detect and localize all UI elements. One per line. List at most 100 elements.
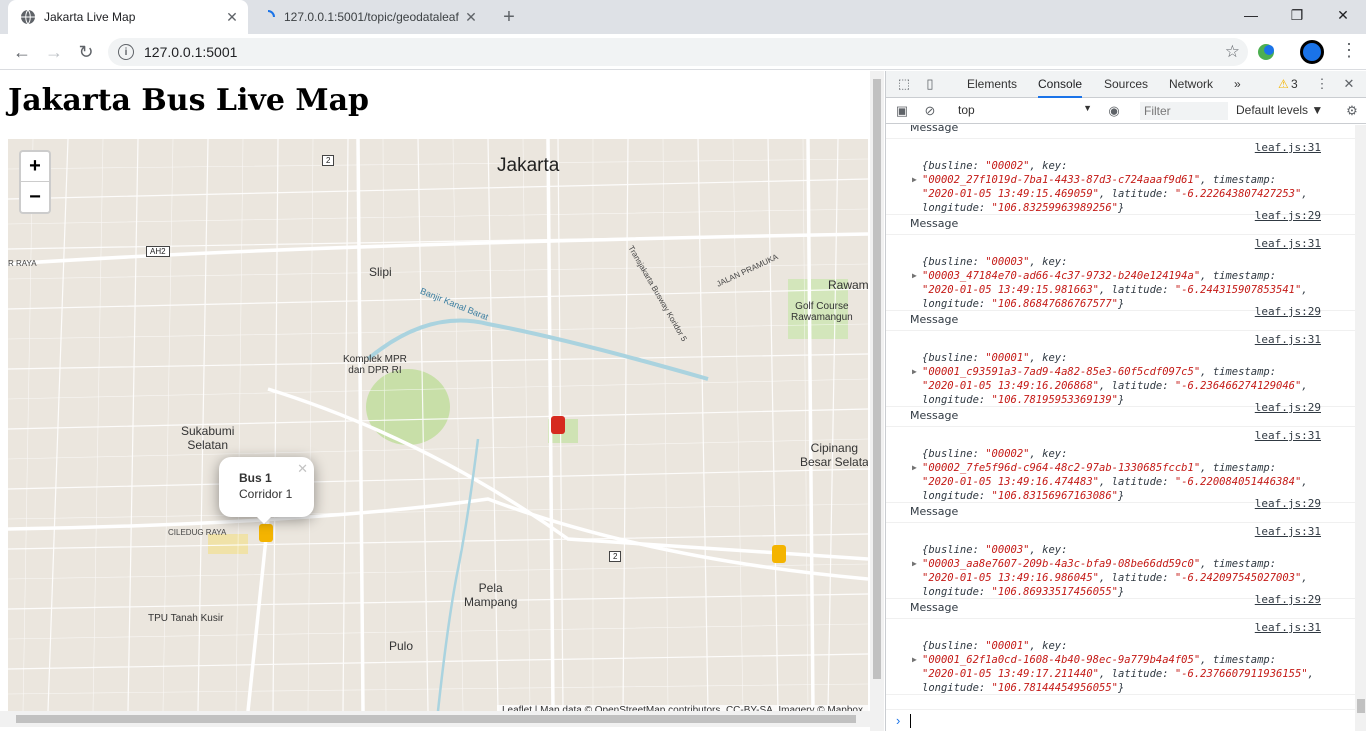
warning-icon: ⚠ xyxy=(1278,77,1289,91)
expand-triangle-icon[interactable]: ▶ xyxy=(912,173,917,187)
zoom-in-button[interactable]: + xyxy=(21,152,49,182)
info-icon[interactable]: i xyxy=(118,44,134,60)
map-label-city: Jakarta xyxy=(497,155,560,176)
tab-network[interactable]: Network xyxy=(1169,71,1213,98)
tab-geodataleaf[interactable]: 127.0.0.1:5001/topic/geodataleaf ✕ xyxy=(252,0,487,34)
key-value: "00001_c93591a3-7ad9-4a82-85e3-60f5cdf09… xyxy=(922,366,1201,378)
latitude-value: "-6.222643807427253" xyxy=(1174,188,1302,200)
busline-value: "00003" xyxy=(985,256,1030,268)
expand-triangle-icon[interactable]: ▶ xyxy=(912,365,917,379)
tab-title: 127.0.0.1:5001/topic/geodataleaf xyxy=(284,10,459,24)
source-link[interactable]: leaf.js:29 xyxy=(1255,305,1321,318)
tab-close-icon[interactable]: ✕ xyxy=(461,9,481,26)
console-object[interactable]: leaf.js:31 ▶ {busline: "00003", key: "00003… xyxy=(886,523,1355,599)
console-object[interactable]: leaf.js:31 ▶ {busline: "00001", key: "00001… xyxy=(886,331,1355,407)
source-link[interactable]: leaf.js:29 xyxy=(1255,209,1321,222)
devtools-close-icon[interactable]: ✕ xyxy=(1341,76,1357,92)
source-link[interactable]: leaf.js:31 xyxy=(1255,141,1321,154)
source-link[interactable]: leaf.js:29 xyxy=(1255,497,1321,510)
address-bar[interactable]: i 127.0.0.1:5001 ☆ xyxy=(108,38,1248,66)
devtools-panel: ⬚ ▯ Elements Console Sources Network » ⚠… xyxy=(885,71,1366,731)
extension-globe-icon[interactable] xyxy=(1256,42,1276,62)
tab-close-icon[interactable]: ✕ xyxy=(222,9,242,26)
more-tabs-icon[interactable]: » xyxy=(1234,71,1241,98)
source-link[interactable]: leaf.js:29 xyxy=(1255,593,1321,606)
road-shield-2: 2 xyxy=(609,551,622,562)
source-link[interactable]: leaf.js:29 xyxy=(1255,125,1321,126)
tab-sources[interactable]: Sources xyxy=(1104,71,1148,98)
console-message: Messageleaf.js:29 xyxy=(886,593,1355,619)
inspect-icon[interactable]: ⬚ xyxy=(896,76,912,92)
latitude-value: "-6.236466274129046" xyxy=(1174,380,1302,392)
timestamp-value: "2020-01-05 13:49:16.206868" xyxy=(922,380,1100,392)
source-link[interactable]: leaf.js:31 xyxy=(1255,429,1321,442)
device-toggle-icon[interactable]: ▯ xyxy=(922,76,938,92)
page-horizontal-scrollbar[interactable] xyxy=(0,711,870,727)
source-link[interactable]: leaf.js:31 xyxy=(1255,525,1321,538)
bookmark-star-icon[interactable]: ☆ xyxy=(1225,42,1240,62)
eye-icon[interactable]: ◉ xyxy=(1106,103,1122,119)
popup-tip xyxy=(254,514,274,524)
console-scrollbar[interactable] xyxy=(1355,125,1366,731)
tab-jakarta-live-map[interactable]: Jakarta Live Map ✕ xyxy=(8,0,248,34)
key-value: "00001_62f1a0cd-1608-4b40-98ec-9a779b4a4… xyxy=(922,654,1201,666)
page-viewport: Jakarta Bus Live Map + − Jakarta Slipi R… xyxy=(0,71,884,731)
forward-icon[interactable]: → xyxy=(42,40,66,64)
settings-gear-icon[interactable]: ⚙ xyxy=(1344,103,1360,119)
page-vertical-scrollbar[interactable] xyxy=(870,71,884,731)
tab-title: Jakarta Live Map xyxy=(44,10,136,24)
scrollbar-thumb[interactable] xyxy=(1357,699,1365,713)
source-link[interactable]: leaf.js:29 xyxy=(1255,401,1321,414)
source-link[interactable]: leaf.js:31 xyxy=(1255,621,1321,634)
longitude-value: "106.78195953369139" xyxy=(991,394,1118,406)
console-toolbar: ▣ ⊘ top ▼ ◉ Filter Default levels ▼ ⚙ xyxy=(886,99,1366,124)
warning-count[interactable]: 3 xyxy=(1291,71,1298,98)
console-object[interactable]: leaf.js:31 ▶ {busline: "00003", key: "00003… xyxy=(886,235,1355,311)
clear-console-icon[interactable]: ⊘ xyxy=(922,103,938,119)
timestamp-value: "2020-01-05 13:49:15.981663" xyxy=(922,284,1100,296)
map-label-mpr: Komplek MPR dan DPR RI xyxy=(343,354,407,376)
leaflet-map[interactable]: + − Jakarta Slipi Rawam Golf Course Rawa… xyxy=(8,139,868,711)
map-label-cipinang: Cipinang Besar Selata xyxy=(800,441,868,469)
console-object[interactable]: leaf.js:31 ▶ {busline: "00002", key: "00002… xyxy=(886,139,1355,215)
latitude-value: "-6.2376607911936155" xyxy=(1174,668,1308,680)
reload-icon[interactable]: ↻ xyxy=(74,40,98,64)
back-icon[interactable]: ← xyxy=(10,40,34,64)
profile-avatar[interactable] xyxy=(1300,40,1324,64)
road-shield-2: 2 xyxy=(322,155,335,166)
key-value: "00003_47184e70-ad66-4c37-9732-b240e1241… xyxy=(922,270,1201,282)
tab-elements[interactable]: Elements xyxy=(967,71,1017,98)
expand-triangle-icon[interactable]: ▶ xyxy=(912,269,917,283)
expand-triangle-icon[interactable]: ▶ xyxy=(912,557,917,571)
restore-button[interactable]: ❐ xyxy=(1274,0,1320,30)
filter-input[interactable]: Filter xyxy=(1140,102,1228,120)
timestamp-value: "2020-01-05 13:49:15.469059" xyxy=(922,188,1100,200)
log-levels-dropdown[interactable]: Default levels ▼ xyxy=(1236,103,1323,117)
new-tab-button[interactable]: + xyxy=(498,6,520,28)
popup-close-icon[interactable]: ✕ xyxy=(297,461,308,477)
context-select[interactable]: top ▼ xyxy=(958,103,1092,119)
bus-marker-red[interactable] xyxy=(551,416,565,434)
browser-menu-icon[interactable]: ⋮ xyxy=(1340,40,1358,61)
longitude-value: "106.86933517456055" xyxy=(991,586,1118,598)
console-object[interactable]: leaf.js:31 ▶ {busline: "00002", key: "00002… xyxy=(886,427,1355,503)
busline-value: "00001" xyxy=(985,640,1030,652)
console-prompt[interactable]: › xyxy=(886,709,1355,731)
scrollbar-thumb[interactable] xyxy=(16,715,856,723)
bus-marker-yellow[interactable] xyxy=(772,545,786,563)
sidebar-toggle-icon[interactable]: ▣ xyxy=(894,103,910,119)
minimize-button[interactable]: — xyxy=(1228,0,1274,30)
scrollbar-thumb[interactable] xyxy=(873,79,881,679)
console-message: Messageleaf.js:29 xyxy=(886,125,1355,139)
expand-triangle-icon[interactable]: ▶ xyxy=(912,653,917,667)
bus-marker-yellow[interactable] xyxy=(259,524,273,542)
latitude-value: "-6.220084051446384" xyxy=(1174,476,1302,488)
source-link[interactable]: leaf.js:31 xyxy=(1255,237,1321,250)
console-object[interactable]: leaf.js:31 ▶ {busline: "00001", key: "00001… xyxy=(886,619,1355,695)
devtools-menu-icon[interactable]: ⋮ xyxy=(1314,76,1330,92)
zoom-out-button[interactable]: − xyxy=(21,182,49,212)
tab-console[interactable]: Console xyxy=(1038,71,1083,98)
expand-triangle-icon[interactable]: ▶ xyxy=(912,461,917,475)
window-close-button[interactable]: ✕ xyxy=(1320,0,1366,30)
source-link[interactable]: leaf.js:31 xyxy=(1255,333,1321,346)
